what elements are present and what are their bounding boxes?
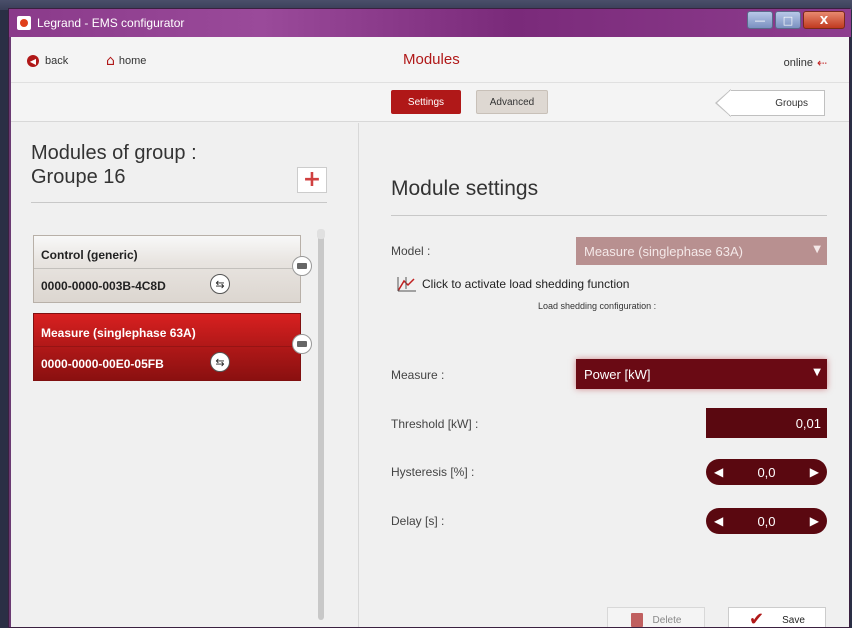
back-button[interactable]: ◀ back xyxy=(27,55,68,67)
home-button[interactable]: ⌂ home xyxy=(106,53,147,69)
usb-icon: ⇆ xyxy=(210,274,230,294)
connection-status: online ⇠ xyxy=(784,56,827,70)
modules-list-panel: Modules of group : Groupe 16 + Control (… xyxy=(11,123,359,627)
module-id: 0000-0000-003B-4C8D xyxy=(41,279,166,293)
connection-status-label: online xyxy=(783,57,813,69)
legrand-app-icon xyxy=(17,16,31,30)
checkmark-icon: ✔ xyxy=(749,609,765,628)
add-module-button[interactable]: + xyxy=(297,167,327,193)
window-title: Legrand - EMS configurator xyxy=(37,16,185,30)
app-client-area: ◀ back ⌂ home Modules online ⇠ Settings … xyxy=(11,37,849,627)
save-button[interactable]: ✔ Save xyxy=(728,607,826,627)
module-id: 0000-0000-00E0-05FB xyxy=(41,357,164,371)
measure-value: Power [kW] xyxy=(584,366,651,382)
measure-select[interactable]: Power [kW] ▼ xyxy=(576,359,827,389)
increment-button[interactable]: ▶ xyxy=(810,514,819,528)
model-value: Measure (singlephase 63A) xyxy=(584,243,743,259)
section-title: Module settings xyxy=(391,177,539,200)
increment-button[interactable]: ▶ xyxy=(810,465,819,479)
groups-arrow-icon xyxy=(717,90,731,116)
threshold-label: Threshold [kW] : xyxy=(391,417,479,431)
load-shedding-link[interactable]: Click to activate load shedding function xyxy=(396,275,629,293)
chevron-down-icon: ▼ xyxy=(813,244,821,255)
delete-button[interactable]: Delete xyxy=(607,607,705,627)
save-label: Save xyxy=(782,614,805,626)
group-heading-line2: Groupe 16 xyxy=(31,166,126,188)
load-shedding-text: Click to activate load shedding function xyxy=(422,277,630,291)
delay-value: 0,0 xyxy=(757,513,776,529)
load-shedding-icon xyxy=(397,277,416,292)
hysteresis-stepper: ◀ 0,0 ▶ xyxy=(706,459,827,485)
title-bar[interactable]: Legrand - EMS configurator — □ X xyxy=(9,9,851,37)
load-shedding-config-label: Load shedding configuration : xyxy=(538,301,657,311)
model-label: Model : xyxy=(391,244,431,258)
delay-label: Delay [s] : xyxy=(391,514,445,528)
group-heading-line1: Modules of group : xyxy=(31,142,197,164)
module-card-measure[interactable]: Measure (singlephase 63A) 0000-0000-00E0… xyxy=(33,313,312,381)
hysteresis-label: Hysteresis [%] : xyxy=(391,465,475,479)
decrement-button[interactable]: ◀ xyxy=(714,465,723,479)
delay-stepper: ◀ 0,0 ▶ xyxy=(706,508,827,534)
maximize-button[interactable]: □ xyxy=(775,11,801,29)
group-heading: Modules of group : Groupe 16 xyxy=(31,141,197,189)
minimize-button[interactable]: — xyxy=(747,11,773,29)
divider xyxy=(11,82,849,83)
model-select: Measure (singlephase 63A) ▼ xyxy=(576,237,827,265)
chevron-down-icon: ▼ xyxy=(813,367,821,378)
home-label: home xyxy=(118,55,147,67)
module-handle-icon[interactable] xyxy=(292,334,312,354)
module-name: Control (generic) xyxy=(41,248,138,262)
delete-label: Delete xyxy=(652,614,682,626)
tab-advanced[interactable]: Advanced xyxy=(476,90,548,114)
app-window: Legrand - EMS configurator — □ X ◀ back … xyxy=(8,8,851,628)
threshold-field[interactable]: 0,01 xyxy=(706,408,827,438)
module-card-control[interactable]: Control (generic) 0000-0000-003B-4C8D ⇆ xyxy=(33,235,312,303)
scrollbar-thumb[interactable] xyxy=(317,229,325,239)
module-handle-icon[interactable] xyxy=(292,256,312,276)
back-label: back xyxy=(45,55,69,67)
module-settings-panel: Module settings Model : Measure (singlep… xyxy=(360,123,849,627)
page-title: Modules xyxy=(403,51,460,68)
divider xyxy=(34,268,302,269)
divider xyxy=(34,346,302,347)
plus-icon: + xyxy=(302,167,322,192)
window-controls: — □ X xyxy=(747,11,845,29)
top-navigation-bar: ◀ back ⌂ home Modules online ⇠ Settings … xyxy=(11,37,849,122)
divider xyxy=(31,202,327,203)
tab-settings[interactable]: Settings xyxy=(391,90,461,114)
groups-button[interactable]: Groups xyxy=(729,90,825,116)
close-button[interactable]: X xyxy=(803,11,845,29)
trash-icon xyxy=(630,613,643,627)
usb-icon: ⇠ xyxy=(816,56,827,70)
usb-icon: ⇆ xyxy=(210,352,230,372)
hysteresis-value: 0,0 xyxy=(757,464,776,480)
module-name: Measure (singlephase 63A) xyxy=(41,326,196,340)
measure-label: Measure : xyxy=(391,368,445,382)
home-icon: ⌂ xyxy=(106,53,115,69)
decrement-button[interactable]: ◀ xyxy=(714,514,723,528)
back-arrow-icon: ◀ xyxy=(27,55,39,67)
divider xyxy=(391,215,827,216)
scrollbar-track[interactable] xyxy=(318,235,324,620)
